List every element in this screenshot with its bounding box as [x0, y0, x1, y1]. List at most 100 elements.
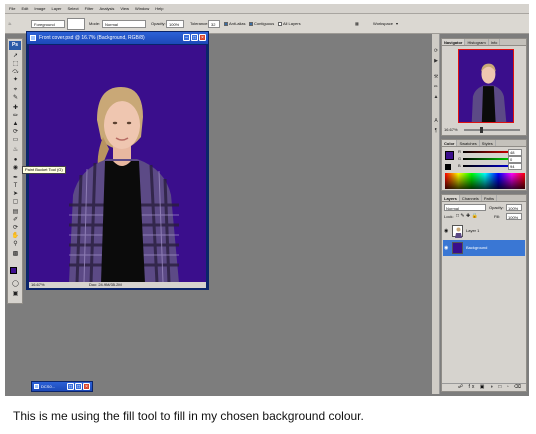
- close-icon[interactable]: ×: [83, 383, 90, 390]
- brush-tool-icon[interactable]: ✏: [11, 113, 20, 120]
- opacity-input[interactable]: 100%: [166, 20, 184, 28]
- notes-tool-icon[interactable]: ▤: [11, 209, 20, 216]
- fill-input[interactable]: 100%: [506, 213, 522, 220]
- tolerance-input[interactable]: 32: [208, 20, 220, 28]
- delete-layer-icon[interactable]: ⌫: [514, 384, 523, 390]
- navigator-thumbnail[interactable]: [458, 49, 514, 123]
- menu-select[interactable]: Select: [66, 4, 81, 13]
- blur-tool-icon[interactable]: ●: [11, 157, 20, 164]
- workspace-icon[interactable]: ▦: [355, 20, 359, 28]
- tab-navigator[interactable]: Navigator: [442, 39, 466, 45]
- type-tool-icon[interactable]: T: [11, 183, 20, 190]
- path-selection-icon[interactable]: ➤: [11, 191, 20, 198]
- layer-row-selected[interactable]: ◉ Background: [443, 240, 525, 256]
- doc-size[interactable]: Doc: 24.9M/35.2M: [89, 282, 122, 288]
- paint-bucket-tool-icon[interactable]: ♨: [11, 147, 20, 154]
- layer-row[interactable]: ◉ Layer 1: [443, 223, 525, 239]
- eraser-tool-icon[interactable]: ▭: [11, 137, 20, 144]
- document-window[interactable]: Front cover.psd @ 16.7% (Background, RGB…: [26, 31, 209, 290]
- paragraph-icon[interactable]: ¶: [433, 128, 439, 134]
- color-spectrum-bar[interactable]: [445, 173, 525, 189]
- close-icon[interactable]: ×: [199, 34, 206, 41]
- minimize-icon[interactable]: –: [183, 34, 190, 41]
- all-layers-checkbox[interactable]: All Layers: [278, 20, 301, 28]
- menu-edit[interactable]: Edit: [19, 4, 30, 13]
- foreground-color-swatch[interactable]: [10, 267, 17, 274]
- tab-info[interactable]: Info: [489, 39, 501, 45]
- zoom-level[interactable]: 16.67%: [31, 282, 45, 288]
- 3d-rotate-icon[interactable]: ⟳: [11, 225, 20, 232]
- image-canvas[interactable]: [29, 45, 206, 283]
- color-panel-foreground-swatch[interactable]: [445, 151, 454, 160]
- tab-styles[interactable]: Styles: [480, 140, 496, 146]
- link-layers-icon[interactable]: ☍: [458, 384, 465, 390]
- zoom-slider-handle[interactable]: [480, 127, 483, 133]
- antialias-checkbox[interactable]: Anti-alias: [224, 20, 245, 28]
- lasso-tool-icon[interactable]: ⤼: [11, 69, 20, 76]
- tab-color[interactable]: Color: [442, 140, 458, 146]
- brushes-icon[interactable]: ✏: [433, 84, 439, 90]
- document-titlebar[interactable]: Front cover.psd @ 16.7% (Background, RGB…: [27, 32, 208, 44]
- fill-source-select[interactable]: Foreground: [31, 20, 65, 28]
- default-colors-icon[interactable]: ▩: [11, 251, 20, 258]
- history-brush-icon[interactable]: ⟳: [11, 129, 20, 136]
- menu-layer[interactable]: Layer: [49, 4, 63, 13]
- layer-opacity-input[interactable]: 100%: [506, 204, 522, 211]
- r-value[interactable]: 48: [508, 149, 522, 156]
- contiguous-checkbox[interactable]: Contiguous: [249, 20, 274, 28]
- eyedropper-tool-icon[interactable]: ✐: [11, 217, 20, 224]
- dodge-tool-icon[interactable]: ◉: [11, 165, 20, 172]
- layer-mask-icon[interactable]: ▣: [480, 384, 487, 390]
- eye-icon[interactable]: ◉: [444, 228, 448, 234]
- menu-analysis[interactable]: Analysis: [98, 4, 117, 13]
- slice-tool-icon[interactable]: ✎: [11, 95, 20, 102]
- tab-layers[interactable]: Layers: [442, 195, 460, 201]
- paint-bucket-icon[interactable]: ♨: [8, 20, 12, 28]
- maximize-icon[interactable]: □: [191, 34, 198, 41]
- g-value[interactable]: 0: [508, 156, 522, 163]
- menu-help[interactable]: Help: [153, 4, 165, 13]
- screen-mode-icon[interactable]: ▣: [11, 291, 20, 298]
- workspace-menu[interactable]: Workspace: [373, 20, 393, 28]
- hand-tool-icon[interactable]: ✋: [11, 233, 20, 240]
- lock-icons[interactable]: □ ✎ ✚ 🔒: [456, 213, 478, 219]
- maximize-icon[interactable]: □: [75, 383, 82, 390]
- crop-tool-icon[interactable]: ⌖: [11, 87, 20, 94]
- character-icon[interactable]: A: [433, 118, 439, 124]
- move-tool-icon[interactable]: ➚: [11, 53, 20, 60]
- zoom-slider[interactable]: [464, 129, 520, 131]
- restore-icon[interactable]: □: [67, 383, 74, 390]
- tab-swatches[interactable]: Swatches: [457, 140, 480, 146]
- adjustment-layer-icon[interactable]: ◑: [490, 384, 495, 390]
- new-layer-icon[interactable]: ▫: [507, 384, 511, 390]
- quick-mask-icon[interactable]: ◯: [11, 281, 20, 288]
- history-icon[interactable]: ⟳: [433, 48, 439, 54]
- tab-paths[interactable]: Paths: [482, 195, 498, 201]
- healing-tool-icon[interactable]: ✚: [11, 105, 20, 112]
- magic-wand-tool-icon[interactable]: ✦: [11, 77, 20, 84]
- shape-tool-icon[interactable]: ▢: [11, 199, 20, 206]
- stamp-tool-icon[interactable]: ▲: [11, 121, 20, 128]
- navigator-zoom-value[interactable]: 16.67%: [444, 127, 458, 132]
- menu-image[interactable]: Image: [32, 4, 47, 13]
- clone-source-icon[interactable]: ▲: [433, 94, 439, 100]
- pen-tool-icon[interactable]: ✒: [11, 175, 20, 182]
- menu-window[interactable]: Window: [133, 4, 151, 13]
- minimized-document[interactable]: DCS0... □ □ ×: [31, 381, 93, 392]
- blend-mode-select[interactable]: Normal: [444, 204, 486, 211]
- b-value[interactable]: 94: [508, 163, 522, 170]
- menu-filter[interactable]: Filter: [83, 4, 96, 13]
- new-group-icon[interactable]: □: [498, 384, 503, 390]
- marquee-tool-icon[interactable]: ⬚: [11, 61, 20, 68]
- actions-icon[interactable]: ▶: [433, 58, 439, 64]
- eye-icon[interactable]: ◉: [444, 245, 448, 251]
- color-panel-background-swatch[interactable]: [445, 164, 451, 170]
- layer-style-icon[interactable]: fx: [469, 384, 477, 390]
- menu-file[interactable]: File: [7, 4, 17, 13]
- pattern-swatch[interactable]: [67, 18, 85, 30]
- menu-view[interactable]: View: [118, 4, 131, 13]
- mode-select[interactable]: Normal: [102, 20, 146, 28]
- zoom-tool-icon[interactable]: ⚲: [11, 241, 20, 248]
- tool-presets-icon[interactable]: ⚒: [433, 74, 439, 80]
- tab-histogram[interactable]: Histogram: [465, 39, 489, 45]
